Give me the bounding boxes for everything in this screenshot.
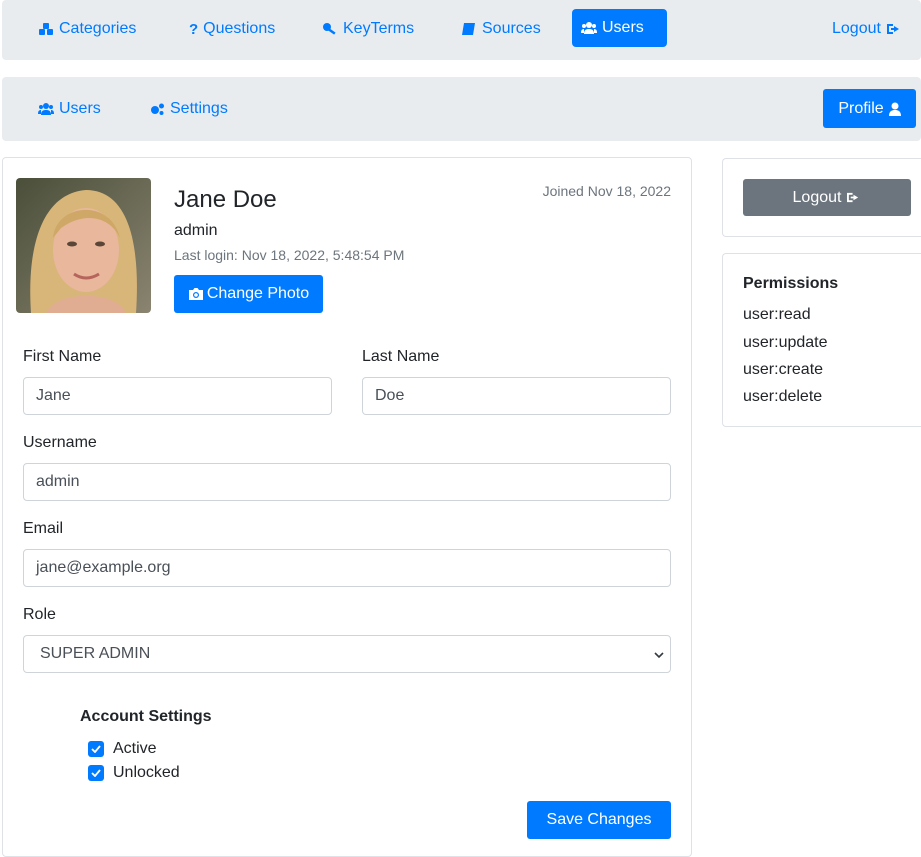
last-name-label: Last Name [362, 348, 440, 365]
permission-item: user:delete [743, 388, 823, 405]
nav-keyterms[interactable]: KeyTerms [313, 10, 423, 48]
nav-users[interactable]: Users [572, 9, 667, 47]
checkbox-checked-icon [88, 741, 104, 757]
users-icon [581, 22, 597, 34]
logout-card: Logout [722, 158, 921, 237]
first-name-input[interactable]: Jane [23, 377, 332, 415]
sign-out-icon [886, 24, 899, 34]
key-icon [323, 23, 336, 35]
active-label: Active [113, 740, 157, 757]
save-changes-button[interactable]: Save Changes [527, 801, 671, 839]
profile-name: Jane Doe [174, 186, 277, 213]
sign-out-icon [847, 192, 859, 203]
avatar [16, 178, 151, 313]
subnav-settings-label: Settings [170, 100, 228, 117]
nav-questions-label: Questions [203, 20, 276, 37]
user-icon [888, 102, 901, 116]
nav-categories[interactable]: Categories [29, 10, 145, 48]
first-name-label: First Name [23, 348, 102, 365]
logout-button-label: Logout [792, 188, 842, 206]
profile-photo [16, 178, 151, 313]
permission-item: user:read [743, 306, 811, 323]
change-photo-button[interactable]: Change Photo [174, 275, 323, 313]
email-input[interactable]: jane@example.org [23, 549, 671, 587]
users-icon [38, 103, 54, 115]
book-icon [462, 23, 475, 35]
nav-questions[interactable]: ? Questions [180, 10, 284, 48]
unlocked-label: Unlocked [113, 764, 180, 781]
subnav-users-label: Users [59, 100, 101, 117]
role-label: Role [23, 606, 56, 623]
permission-item: user:update [743, 334, 828, 351]
change-photo-label: Change Photo [206, 285, 310, 302]
save-changes-label: Save Changes [546, 811, 652, 828]
chevron-down-icon [654, 652, 664, 659]
profile-button-label: Profile [838, 99, 884, 117]
top-navbar: Categories ? Questions KeyTerms Sources … [2, 0, 921, 60]
question-icon: ? [189, 20, 199, 38]
cogs-icon [151, 103, 164, 115]
nav-users-label: Users [602, 19, 644, 36]
profile-card: Jane Doe admin Last login: Nov 18, 2022,… [2, 157, 692, 857]
nav-categories-label: Categories [59, 20, 137, 37]
nav-sources-label: Sources [482, 20, 541, 37]
email-label: Email [23, 520, 64, 537]
role-select-value: SUPER ADMIN [40, 645, 151, 662]
subnav-settings[interactable]: Settings [140, 90, 237, 128]
permissions-heading: Permissions [743, 275, 839, 292]
account-settings-heading: Account Settings [80, 708, 212, 725]
permission-item: user:create [743, 361, 824, 378]
nav-logout[interactable]: Logout [823, 10, 911, 48]
unlocked-checkbox[interactable]: Unlocked [88, 764, 180, 782]
role-select[interactable]: SUPER ADMIN [23, 635, 671, 673]
nav-keyterms-label: KeyTerms [343, 20, 415, 37]
camera-icon [188, 288, 203, 300]
cubes-icon [39, 23, 53, 35]
profile-username: admin [174, 222, 218, 239]
username-input[interactable]: admin [23, 463, 671, 501]
nav-logout-label: Logout [832, 20, 881, 37]
username-label: Username [23, 434, 97, 451]
last-name-input[interactable]: Doe [362, 377, 671, 415]
sub-navbar: Users Settings Profile [2, 77, 921, 141]
last-login: Last login: Nov 18, 2022, 5:48:54 PM [174, 247, 405, 263]
active-checkbox[interactable]: Active [88, 740, 157, 758]
logout-button[interactable]: Logout [743, 179, 911, 216]
subnav-users[interactable]: Users [29, 90, 110, 128]
profile-button[interactable]: Profile [823, 89, 916, 128]
checkbox-checked-icon [88, 765, 104, 781]
nav-sources[interactable]: Sources [452, 10, 550, 48]
permissions-card: Permissions user:read user:update user:c… [722, 253, 921, 427]
joined-date: Joined Nov 18, 2022 [542, 183, 671, 199]
